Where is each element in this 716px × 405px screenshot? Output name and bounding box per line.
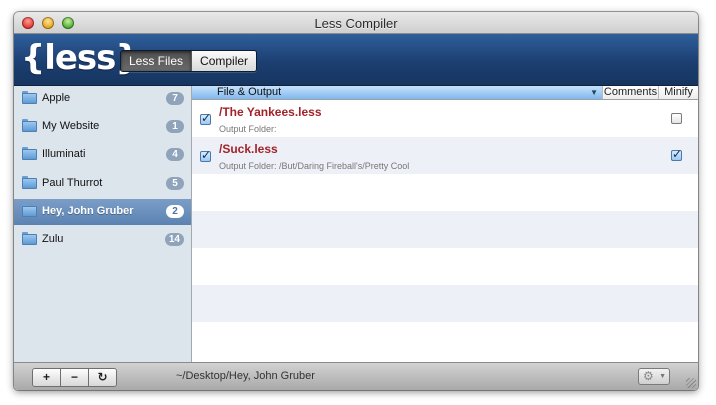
sort-descending-icon: ▼ bbox=[590, 88, 598, 97]
file-name: /Suck.less bbox=[219, 142, 278, 156]
sidebar-item-zulu[interactable]: Zulu 14 bbox=[14, 227, 191, 253]
count-badge: 7 bbox=[166, 92, 184, 105]
sidebar-item-label: My Website bbox=[42, 120, 100, 132]
window-title: Less Compiler bbox=[314, 16, 398, 31]
count-badge: 2 bbox=[166, 205, 184, 218]
gear-menu-button[interactable]: ⚙ ▼ bbox=[638, 368, 670, 385]
tab-compiler[interactable]: Compiler bbox=[191, 51, 257, 71]
column-header-comments[interactable]: Comments bbox=[602, 86, 658, 99]
add-project-button[interactable]: + bbox=[33, 369, 60, 386]
sidebar-item-label: Hey, John Gruber bbox=[42, 205, 134, 217]
minify-checkbox[interactable]: ✓ bbox=[671, 147, 683, 161]
column-header-label: File & Output bbox=[217, 86, 282, 98]
view-segmented-control: Less Files Compiler bbox=[120, 50, 258, 72]
bottom-bar: + − ↻ ~/Desktop/Hey, John Gruber ⚙ ▼ bbox=[14, 362, 698, 390]
project-button-group: + − ↻ bbox=[32, 368, 117, 387]
empty-row bbox=[192, 248, 698, 285]
project-path: ~/Desktop/Hey, John Gruber bbox=[176, 370, 315, 382]
check-icon: ✓ bbox=[672, 147, 683, 161]
app-window: Less Compiler {less} Less Files Compiler… bbox=[14, 12, 698, 390]
folder-icon bbox=[22, 91, 37, 104]
resize-grip[interactable] bbox=[686, 378, 696, 388]
compile-checkbox[interactable]: ✓ bbox=[200, 111, 212, 125]
output-folder: Output Folder: bbox=[219, 124, 277, 134]
minify-checkbox[interactable] bbox=[671, 113, 682, 124]
sidebar-item-paul-thurrot[interactable]: Paul Thurrot 5 bbox=[14, 171, 191, 197]
empty-row bbox=[192, 174, 698, 211]
refresh-button[interactable]: ↻ bbox=[88, 369, 116, 386]
check-icon: ✓ bbox=[201, 148, 212, 162]
sidebar-item-label: Zulu bbox=[42, 233, 64, 245]
sidebar-item-apple[interactable]: Apple 7 bbox=[14, 86, 191, 112]
folder-icon bbox=[22, 204, 37, 217]
column-header-file[interactable]: File & Output ▼ bbox=[192, 86, 602, 99]
sidebar-item-hey-john-gruber[interactable]: Hey, John Gruber 2 bbox=[14, 199, 191, 225]
list-header: File & Output ▼ Comments Minify bbox=[192, 86, 698, 100]
check-icon: ✓ bbox=[201, 111, 212, 125]
empty-row bbox=[192, 211, 698, 248]
compile-checkbox[interactable]: ✓ bbox=[200, 148, 212, 162]
folder-icon bbox=[22, 232, 37, 245]
chevron-down-icon: ▼ bbox=[659, 373, 666, 380]
output-folder: Output Folder: /But/Daring Fireball's/Pr… bbox=[219, 161, 410, 171]
title-bar[interactable]: Less Compiler bbox=[14, 12, 698, 34]
remove-project-button[interactable]: − bbox=[60, 369, 88, 386]
column-header-minify[interactable]: Minify bbox=[658, 86, 698, 99]
count-badge: 1 bbox=[166, 120, 184, 133]
empty-row bbox=[192, 322, 698, 359]
folder-icon bbox=[22, 176, 37, 189]
toolbar: {less} Less Files Compiler bbox=[14, 34, 698, 86]
empty-row bbox=[192, 285, 698, 322]
folder-icon bbox=[22, 147, 37, 160]
sidebar-item-label: Illuminati bbox=[42, 148, 86, 160]
table-row[interactable]: ✓ /The Yankees.less Output Folder: bbox=[192, 100, 698, 137]
count-badge: 5 bbox=[166, 177, 184, 190]
sidebar-item-label: Paul Thurrot bbox=[42, 177, 103, 189]
tab-less-files[interactable]: Less Files bbox=[121, 51, 192, 71]
sidebar-item-illuminati[interactable]: Illuminati 4 bbox=[14, 142, 191, 168]
file-list: File & Output ▼ Comments Minify ✓ /The Y… bbox=[192, 86, 698, 362]
table-row[interactable]: ✓ /Suck.less Output Folder: /But/Daring … bbox=[192, 137, 698, 174]
count-badge: 4 bbox=[166, 148, 184, 161]
count-badge: 14 bbox=[164, 233, 184, 246]
gear-icon: ⚙ bbox=[643, 369, 654, 383]
project-sidebar: Apple 7 My Website 1 Illuminati 4 Paul T… bbox=[14, 86, 192, 362]
sidebar-item-label: Apple bbox=[42, 92, 71, 104]
sidebar-item-my-website[interactable]: My Website 1 bbox=[14, 114, 191, 140]
folder-icon bbox=[22, 119, 37, 132]
file-name: /The Yankees.less bbox=[219, 105, 322, 119]
